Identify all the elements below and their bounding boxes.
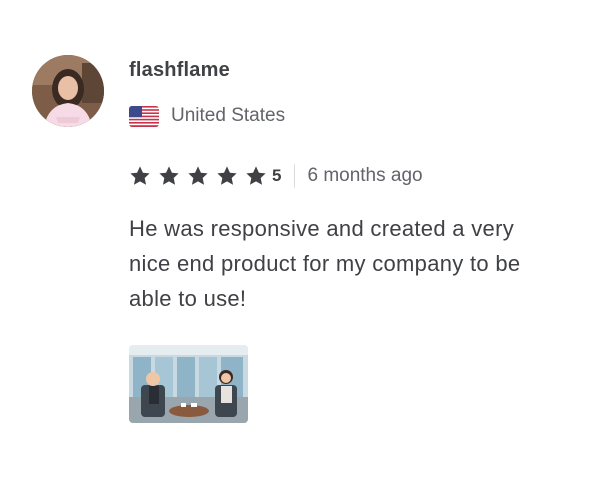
divider <box>294 164 296 188</box>
star-icon <box>246 166 266 185</box>
review-text: He was responsive and created a very nic… <box>129 216 521 311</box>
star-icon <box>188 166 208 185</box>
star-icon <box>217 166 237 185</box>
rating-row: 5 6 months ago <box>129 163 423 189</box>
review-time: 6 months ago <box>307 165 423 186</box>
country-row: United States <box>129 103 285 129</box>
attachment-thumbnail[interactable] <box>129 345 248 423</box>
rating-score: 5 <box>272 166 282 185</box>
user-avatar[interactable] <box>32 55 104 127</box>
star-icon <box>130 166 150 185</box>
country-name: United States <box>171 105 286 126</box>
star-rating <box>129 165 274 187</box>
username[interactable]: flashflame <box>129 57 230 83</box>
review-card: flashflame United States 5 6 months ago … <box>0 0 592 479</box>
star-icon <box>159 166 179 185</box>
us-flag-icon <box>129 105 159 127</box>
